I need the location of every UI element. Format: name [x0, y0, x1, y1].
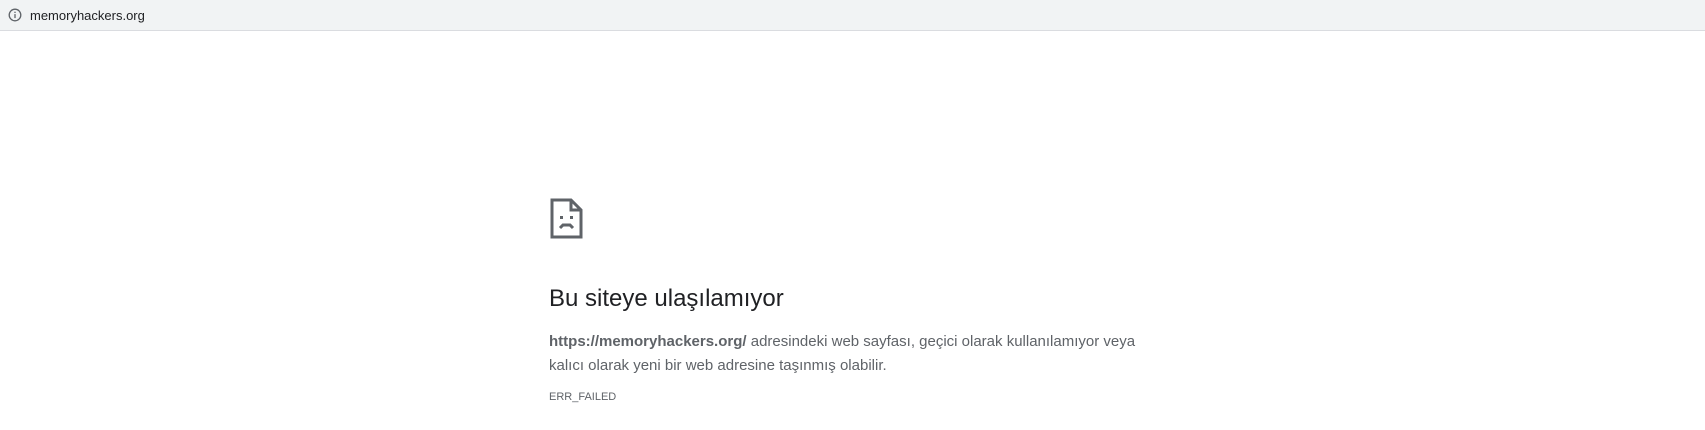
error-title: Bu siteye ulaşılamıyor: [549, 285, 784, 312]
error-url: https://memoryhackers.org/: [549, 333, 747, 351]
sad-page-icon: [549, 197, 1149, 240]
error-code: ERR_FAILED: [549, 391, 617, 404]
address-bar-url[interactable]: memoryhackers.org: [30, 8, 145, 23]
info-icon[interactable]: [8, 8, 22, 22]
error-message-line-2: kalıcı olarak yeni bir web adresine taşı…: [549, 357, 887, 375]
address-bar[interactable]: memoryhackers.org: [0, 0, 1705, 31]
error-page-content: Bu siteye ulaşılamıyor https://memoryhac…: [549, 197, 1149, 404]
error-message: https://memoryhackers.org/ adresindeki w…: [549, 330, 1139, 378]
error-message-line-1: adresindeki web sayfası, geçici olarak k…: [746, 333, 1136, 351]
